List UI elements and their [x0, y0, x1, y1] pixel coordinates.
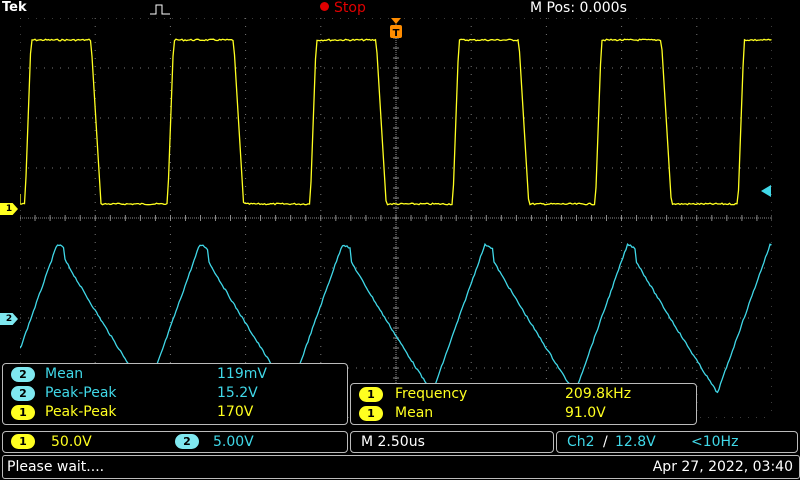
top-bar: Tek Stop M Pos: 0.000s — [0, 0, 800, 18]
status-message: Please wait.... — [7, 459, 105, 475]
measurements-panel-left: 2 Mean 119mV 2 Peak-Peak 15.2V 1 Peak-Pe… — [2, 363, 348, 425]
measurement-value: 170V — [217, 404, 254, 420]
timebase-value[interactable]: M 2.50us — [361, 432, 425, 452]
trigger-panel[interactable]: Ch2 / 12.8V <10Hz — [556, 431, 798, 453]
acquisition-status-label: Stop — [334, 0, 366, 16]
timebase-panel[interactable]: M 2.50us — [350, 431, 554, 453]
ch2-badge: 2 — [175, 434, 199, 449]
measurement-row: 1 Peak-Peak 170V — [11, 403, 341, 422]
measurement-value: 209.8kHz — [565, 386, 632, 402]
trigger-level[interactable]: 12.8V — [615, 432, 656, 452]
ch1-badge: 1 — [11, 434, 35, 449]
measurement-label: Peak-Peak — [45, 385, 117, 401]
channel-badge: 1 — [359, 406, 383, 421]
acquisition-status: Stop — [320, 0, 366, 16]
measurement-value: 15.2V — [217, 385, 258, 401]
status-bar: Please wait.... Apr 27, 2022, 03:40 — [2, 455, 800, 479]
channel-badge: 2 — [11, 367, 35, 382]
ch2-marker-label: 2 — [5, 314, 13, 324]
trigger-frequency: <10Hz — [691, 434, 739, 450]
svg-text:T: T — [393, 28, 400, 39]
measurement-value: 119mV — [217, 366, 267, 382]
measurement-label: Peak-Peak — [45, 404, 117, 420]
trigger-edge-icon — [150, 4, 170, 15]
trigger-slope-icon: / — [603, 434, 608, 450]
measurement-value: 91.0V — [565, 405, 606, 421]
ch1-scale[interactable]: 50.0V — [51, 432, 92, 452]
ch2-scale[interactable]: 5.00V — [213, 432, 254, 452]
channel-badge: 1 — [359, 387, 383, 402]
measurement-label: Mean — [395, 405, 434, 421]
measurement-label: Mean — [45, 366, 84, 382]
channel-badge: 1 — [11, 405, 35, 420]
measurements-panel-right: 1 Frequency 209.8kHz 1 Mean 91.0V — [350, 383, 697, 425]
measurement-label: Frequency — [395, 386, 468, 402]
brand-logo: Tek — [2, 0, 27, 15]
ch2-ground-marker[interactable]: 2 — [0, 313, 18, 325]
measurement-row: 2 Mean 119mV — [11, 365, 341, 384]
measurement-row: 2 Peak-Peak 15.2V — [11, 384, 341, 403]
measurement-row: 1 Frequency 209.8kHz — [359, 385, 689, 404]
status-datetime: Apr 27, 2022, 03:40 — [652, 459, 793, 475]
stop-dot-icon — [320, 2, 329, 11]
ch1-ground-marker[interactable]: 1 — [0, 203, 18, 215]
vertical-scale-panel[interactable]: 1 50.0V 2 5.00V — [2, 431, 348, 453]
channel-badge: 2 — [11, 386, 35, 401]
trigger-source: Ch2 — [567, 434, 595, 450]
measurement-row: 1 Mean 91.0V — [359, 404, 689, 423]
ch1-marker-label: 1 — [5, 204, 13, 214]
horizontal-position: M Pos: 0.000s — [530, 0, 627, 16]
waveform-display[interactable]: T — [20, 18, 772, 418]
